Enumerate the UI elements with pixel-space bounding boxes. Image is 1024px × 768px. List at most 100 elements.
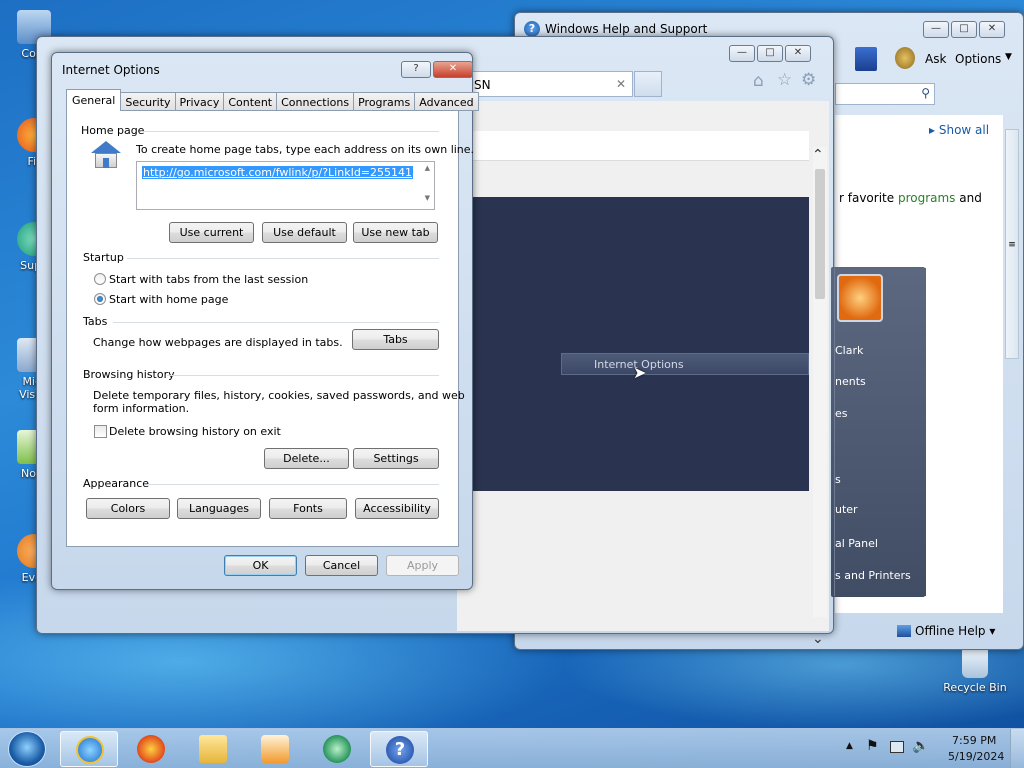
group-divider (147, 484, 439, 485)
start-orb-icon[interactable] (8, 731, 46, 767)
languages-button[interactable]: Languages (177, 498, 261, 519)
taskbar-help-and-support[interactable]: ? (370, 731, 428, 767)
startup-last-session-radio[interactable] (94, 273, 106, 285)
browsing-history-heading: Browsing history (83, 368, 175, 381)
minimize-button[interactable]: — (729, 45, 755, 62)
help-scrollbar[interactable]: ≡ (1005, 129, 1019, 359)
startup-home-page-label[interactable]: Start with home page (109, 293, 228, 306)
internet-explorer-icon (76, 736, 104, 764)
colors-button[interactable]: Colors (86, 498, 170, 519)
help-icon: ? (386, 736, 414, 764)
options-dropdown-icon[interactable]: ▼ (1005, 52, 1012, 62)
startup-home-page-radio[interactable] (94, 293, 106, 305)
home-page-instruction: To create home page tabs, type each addr… (136, 143, 475, 156)
folder-icon (199, 735, 227, 763)
tab-programs[interactable]: Programs (354, 92, 416, 111)
cancel-button[interactable]: Cancel (305, 555, 378, 576)
show-hidden-icons-icon[interactable]: ▲ (846, 741, 853, 751)
textarea-scroll-down-icon[interactable]: ▼ (425, 194, 430, 202)
start-menu-places: Clark nents es s uter al Panel s and Pri… (834, 268, 926, 596)
internet-options-dialog: Internet Options ? ✕ General Security Pr… (51, 52, 479, 590)
close-button[interactable]: ✕ (433, 61, 473, 78)
scroll-up-icon[interactable]: ⌃ (812, 147, 824, 163)
dialog-title: Internet Options (62, 63, 160, 77)
minimize-button[interactable]: — (923, 21, 949, 38)
media-player-icon (261, 735, 289, 763)
tab-privacy[interactable]: Privacy (175, 92, 225, 111)
tools-gear-icon[interactable]: ⚙ (801, 70, 816, 90)
taskbar: ? ▲ ⚑ 🔈 7:59 PM 5/19/2024 (0, 728, 1024, 768)
tab-advanced[interactable]: Advanced (415, 92, 479, 111)
close-button[interactable]: ✕ (979, 21, 1005, 38)
close-tab-icon[interactable]: ✕ (616, 77, 626, 91)
home-page-url-textarea[interactable]: http://go.microsoft.com/fwlink/p/?LinkId… (136, 161, 435, 210)
delete-on-exit-checkbox[interactable] (94, 425, 107, 438)
taskbar-green-app[interactable] (308, 731, 366, 767)
group-divider (167, 375, 439, 376)
use-current-button[interactable]: Use current (169, 222, 254, 243)
volume-muted-icon[interactable]: 🔈 (912, 738, 929, 754)
action-center-flag-icon[interactable]: ⚑ (866, 738, 879, 754)
home-page-heading: Home page (81, 124, 145, 137)
search-input[interactable]: ⚲ (835, 83, 935, 105)
tab-connections[interactable]: Connections (277, 92, 355, 111)
delete-history-button[interactable]: Delete... (264, 448, 349, 469)
apply-button[interactable]: Apply (386, 555, 459, 576)
help-body-text: r favorite programs and (839, 191, 982, 205)
textarea-scroll-up-icon[interactable]: ▲ (425, 164, 430, 172)
close-button[interactable]: ✕ (785, 45, 811, 62)
ask-icon[interactable] (895, 47, 915, 69)
start-item-user[interactable]: Clark (835, 344, 863, 357)
use-default-button[interactable]: Use default (262, 222, 347, 243)
ask-button[interactable]: Ask (925, 52, 946, 66)
options-button[interactable]: Options (955, 52, 1001, 66)
tabs-description: Change how webpages are displayed in tab… (93, 336, 343, 349)
tabs-settings-button[interactable]: Tabs (352, 329, 439, 350)
taskbar-internet-explorer[interactable] (60, 731, 118, 767)
search-icon: ⚲ (921, 86, 930, 100)
delete-on-exit-label[interactable]: Delete browsing history on exit (109, 425, 281, 438)
start-item-pictures[interactable]: es (835, 407, 848, 420)
clock-date[interactable]: 5/19/2024 (948, 750, 1004, 763)
taskbar-firefox[interactable] (122, 731, 180, 767)
ok-button[interactable]: OK (224, 555, 297, 576)
clock-time[interactable]: 7:59 PM (952, 734, 996, 747)
scroll-down-icon[interactable]: ⌄ (812, 631, 824, 647)
fonts-button[interactable]: Fonts (269, 498, 347, 519)
new-tab-button[interactable] (634, 71, 662, 97)
show-desktop-button[interactable] (1010, 729, 1024, 768)
tab-content[interactable]: Content (224, 92, 278, 111)
start-item-games[interactable]: s (835, 473, 841, 486)
start-item-control-panel[interactable]: al Panel (835, 537, 878, 550)
app-icon (323, 735, 351, 763)
start-item-computer[interactable]: uter (835, 503, 858, 516)
offline-help-button[interactable]: Offline Help ▾ (915, 624, 995, 638)
start-item-devices-printers[interactable]: s and Printers (835, 569, 911, 582)
favorites-icon[interactable]: ☆ (777, 70, 792, 90)
mouse-pointer-icon: ➤ (633, 363, 647, 382)
browse-help-icon[interactable] (855, 47, 877, 71)
internet-options-item[interactable]: Internet Options (561, 353, 809, 375)
taskbar-file-explorer[interactable] (184, 731, 242, 767)
startup-last-session-label[interactable]: Start with tabs from the last session (109, 273, 308, 286)
tab-security[interactable]: Security (121, 92, 176, 111)
group-divider (127, 258, 439, 259)
caption-buttons: — □ ✕ (729, 45, 811, 62)
use-new-tab-button[interactable]: Use new tab (353, 222, 438, 243)
accessibility-button[interactable]: Accessibility (355, 498, 439, 519)
taskbar-media-player[interactable] (246, 731, 304, 767)
page-scrollbar[interactable] (813, 147, 827, 617)
window-title: Windows Help and Support (545, 22, 708, 36)
home-icon[interactable]: ⌂ (753, 71, 764, 91)
maximize-button[interactable]: □ (757, 45, 783, 62)
group-divider (113, 322, 439, 323)
show-all-link[interactable]: ▸ Show all (929, 123, 989, 137)
desktop-icon-recycle-bin[interactable]: Recycle Bin (940, 648, 1010, 694)
maximize-button[interactable]: □ (951, 21, 977, 38)
start-item-documents[interactable]: nents (835, 375, 866, 388)
scrollbar-thumb[interactable] (815, 169, 825, 299)
help-button[interactable]: ? (401, 61, 431, 78)
tab-general[interactable]: General (66, 89, 122, 111)
network-icon[interactable] (890, 741, 904, 753)
history-settings-button[interactable]: Settings (353, 448, 439, 469)
